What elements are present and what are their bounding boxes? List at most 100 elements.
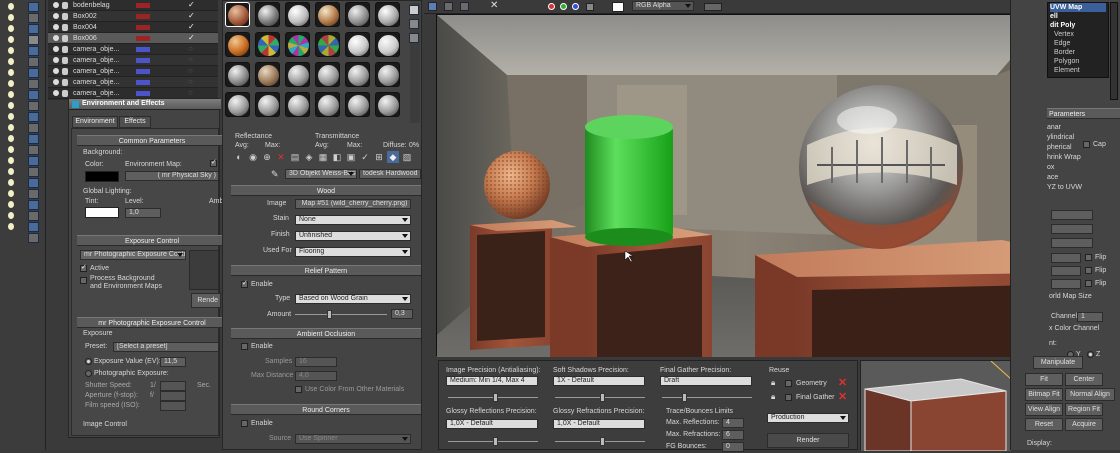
fg-bounces-spinner[interactable]: 0 xyxy=(722,442,744,452)
layer-check-icon[interactable]: ○ xyxy=(188,66,193,75)
wood-header[interactable]: Wood xyxy=(231,185,421,196)
lightbulb-icon[interactable] xyxy=(8,223,14,230)
toolbar-icon[interactable] xyxy=(28,156,39,166)
layer-check-icon[interactable]: ○ xyxy=(188,55,193,64)
lightbulb-icon[interactable] xyxy=(8,135,14,142)
stain-dropdown[interactable]: None xyxy=(295,215,411,225)
background-color-swatch[interactable] xyxy=(85,171,119,182)
lightbulb-icon[interactable] xyxy=(8,201,14,208)
render-toggle-icon[interactable] xyxy=(62,2,68,9)
lightbulb-icon[interactable] xyxy=(8,212,14,219)
mapping-option[interactable]: YZ to UVW xyxy=(1047,184,1082,191)
modifier-stack-item[interactable]: UVW Map xyxy=(1050,3,1106,12)
toolbar-icon[interactable] xyxy=(28,112,39,122)
map-channel-spinner[interactable]: 1 xyxy=(1077,312,1103,322)
visibility-icon[interactable] xyxy=(53,57,59,63)
process-background-checkbox[interactable] xyxy=(80,277,87,284)
mapping-option[interactable]: anar xyxy=(1047,124,1061,131)
lightbulb-icon[interactable] xyxy=(8,14,14,21)
copy-image-icon[interactable] xyxy=(444,2,453,11)
lightbulb-icon[interactable] xyxy=(8,190,14,197)
visibility-icon[interactable] xyxy=(53,24,59,30)
material-tool-icon[interactable]: ✓ xyxy=(359,151,371,163)
final-gather-lock-icon[interactable]: 🔒︎ xyxy=(771,392,775,402)
material-sample-slot[interactable] xyxy=(255,92,280,117)
toolbar-icon[interactable] xyxy=(28,57,39,67)
material-sample-slot[interactable] xyxy=(345,92,370,117)
env-map-button[interactable]: ( mr Physical Sky ) xyxy=(125,171,219,181)
w-tile-spinner[interactable] xyxy=(1051,279,1081,289)
material-sample-slot[interactable] xyxy=(285,62,310,87)
material-sample-slot[interactable] xyxy=(345,62,370,87)
layer-check-icon[interactable]: ○ xyxy=(188,44,193,53)
render-toggle-icon[interactable] xyxy=(62,68,68,75)
material-tool-icon[interactable]: ▤ xyxy=(289,151,301,163)
glossy-refl-slider[interactable] xyxy=(448,437,538,446)
soft-shadows-knob[interactable] xyxy=(600,393,605,402)
toolbar-icon[interactable] xyxy=(28,46,39,56)
render-button[interactable]: Render xyxy=(767,433,849,448)
blue-channel-toggle[interactable] xyxy=(572,3,579,10)
material-sample-slot[interactable] xyxy=(375,92,400,117)
material-sample-slot[interactable] xyxy=(285,2,310,27)
clone-window-icon[interactable] xyxy=(460,2,469,11)
glossy-refl-knob[interactable] xyxy=(493,437,498,446)
final-gather-slider[interactable] xyxy=(662,393,752,402)
background-icon[interactable] xyxy=(409,33,419,43)
material-tool-icon[interactable]: ◧ xyxy=(331,151,343,163)
aperture-spinner[interactable] xyxy=(160,391,186,401)
lightbulb-icon[interactable] xyxy=(8,36,14,43)
material-sample-slot[interactable] xyxy=(285,32,310,57)
final-gather-clear-icon[interactable]: ✕ xyxy=(838,390,847,403)
toolbar-icon[interactable] xyxy=(28,200,39,210)
toolbar-icon[interactable] xyxy=(28,123,39,133)
height-spinner[interactable] xyxy=(1051,238,1093,248)
toolbar-icon[interactable] xyxy=(28,145,39,155)
w-flip-checkbox[interactable] xyxy=(1085,280,1092,287)
region-fit-button[interactable]: Region Fit xyxy=(1065,403,1103,416)
visibility-icon[interactable] xyxy=(53,90,59,96)
soft-shadows-slider[interactable] xyxy=(555,393,645,402)
max-distance-spinner[interactable]: 4,0 xyxy=(295,371,337,381)
glossy-refl-field[interactable]: 1,0X - Default xyxy=(446,419,538,429)
material-sample-slot[interactable] xyxy=(375,62,400,87)
material-tool-icon[interactable]: ◆ xyxy=(387,151,399,163)
visibility-icon[interactable] xyxy=(53,35,59,41)
preset-dropdown[interactable]: [Select a preset] xyxy=(113,342,219,352)
layer-color-swatch[interactable] xyxy=(136,91,150,96)
render-toggle-icon[interactable] xyxy=(62,79,68,86)
photo-exposure-header[interactable]: mr Photographic Exposure Control xyxy=(77,317,227,328)
use-color-checkbox[interactable] xyxy=(295,386,302,393)
material-sample-slot[interactable] xyxy=(285,92,310,117)
lightbulb-icon[interactable] xyxy=(8,179,14,186)
material-name-field[interactable]: 3D Objekt Weiss-Basis xyxy=(285,169,357,179)
layer-color-swatch[interactable] xyxy=(136,58,150,63)
production-dropdown[interactable]: Production xyxy=(767,413,849,423)
geometry-clear-icon[interactable]: ✕ xyxy=(838,376,847,389)
toolbar-icon[interactable] xyxy=(28,68,39,78)
image-precision-knob[interactable] xyxy=(493,393,498,402)
lightbulb-icon[interactable] xyxy=(8,47,14,54)
toolbar-icon[interactable] xyxy=(28,189,39,199)
lightbulb-icon[interactable] xyxy=(8,102,14,109)
lightbulb-icon[interactable] xyxy=(8,80,14,87)
mapping-option[interactable]: ox xyxy=(1047,164,1054,171)
samples-spinner[interactable]: 16 xyxy=(295,357,337,367)
max-reflections-spinner[interactable]: 4 xyxy=(722,418,744,428)
toolbar-icon[interactable] xyxy=(28,178,39,188)
render-toggle-icon[interactable] xyxy=(62,35,68,42)
ev-radio[interactable] xyxy=(85,358,92,365)
material-sample-slot[interactable] xyxy=(375,2,400,27)
finish-dropdown[interactable]: Unfinished xyxy=(295,231,411,241)
relief-header[interactable]: Relief Pattern xyxy=(231,265,421,276)
visibility-icon[interactable] xyxy=(53,13,59,19)
modifier-stack-item[interactable]: ell xyxy=(1050,12,1106,21)
layer-check-icon[interactable]: ✓ xyxy=(188,0,195,9)
lightbulb-icon[interactable] xyxy=(8,146,14,153)
render-preview-button[interactable]: Rende xyxy=(191,293,221,308)
exposure-control-header[interactable]: Exposure Control xyxy=(77,235,227,246)
material-sample-slot[interactable] xyxy=(375,32,400,57)
layer-color-swatch[interactable] xyxy=(136,47,150,52)
glossy-refr-slider[interactable] xyxy=(555,437,645,446)
visibility-icon[interactable] xyxy=(53,68,59,74)
